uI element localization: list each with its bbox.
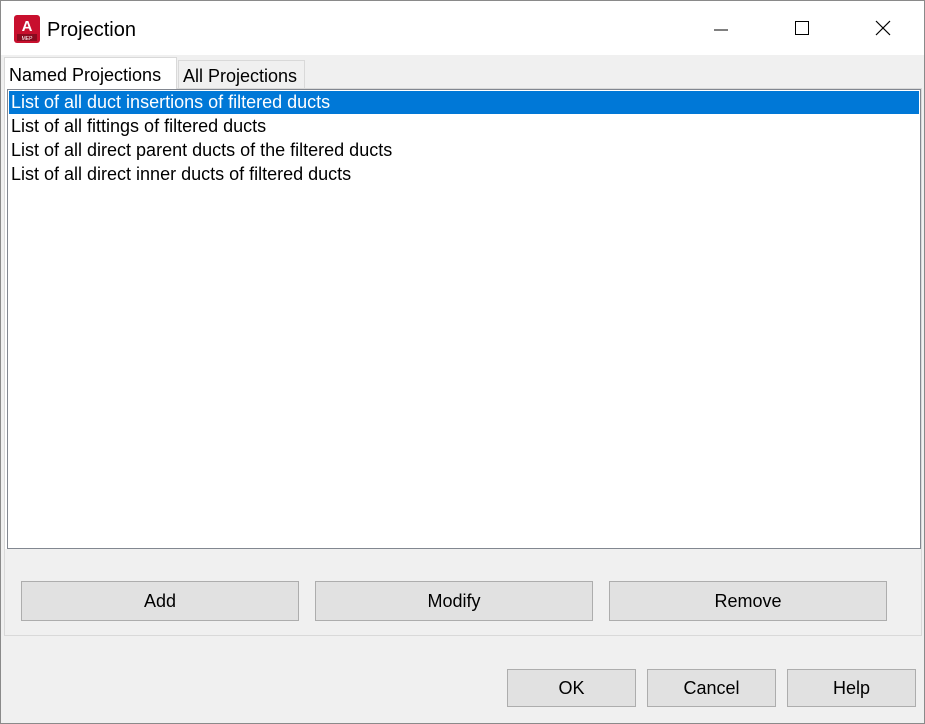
- list-item[interactable]: List of all direct parent ducts of the f…: [9, 139, 919, 162]
- svg-text:MEP: MEP: [22, 36, 34, 42]
- list-item[interactable]: List of all fittings of filtered ducts: [9, 115, 919, 138]
- projection-list[interactable]: List of all duct insertions of filtered …: [7, 89, 921, 549]
- tab-strip: Named Projections All Projections: [1, 55, 924, 90]
- tab-all-projections[interactable]: All Projections: [178, 60, 305, 90]
- tab-named-projections[interactable]: Named Projections: [4, 57, 177, 90]
- window-title: Projection: [47, 19, 136, 41]
- list-item[interactable]: List of all duct insertions of filtered …: [9, 91, 919, 114]
- svg-text:A: A: [22, 18, 33, 35]
- add-button[interactable]: Add: [21, 581, 299, 621]
- autocad-app-icon: A MEP: [14, 15, 40, 43]
- modify-button[interactable]: Modify: [315, 581, 593, 621]
- minimize-button[interactable]: [681, 1, 761, 55]
- close-button[interactable]: [843, 1, 923, 55]
- remove-button[interactable]: Remove: [609, 581, 887, 621]
- minimize-icon: [714, 29, 728, 31]
- projection-dialog: A MEP Projection Named Projections All P…: [0, 0, 925, 724]
- title-bar[interactable]: A MEP Projection: [1, 1, 924, 55]
- list-item[interactable]: List of all direct inner ducts of filter…: [9, 163, 919, 186]
- close-icon: [875, 20, 891, 36]
- ok-button[interactable]: OK: [507, 669, 636, 707]
- help-button[interactable]: Help: [787, 669, 916, 707]
- cancel-button[interactable]: Cancel: [647, 669, 776, 707]
- maximize-icon: [795, 21, 809, 35]
- maximize-button[interactable]: [762, 1, 842, 55]
